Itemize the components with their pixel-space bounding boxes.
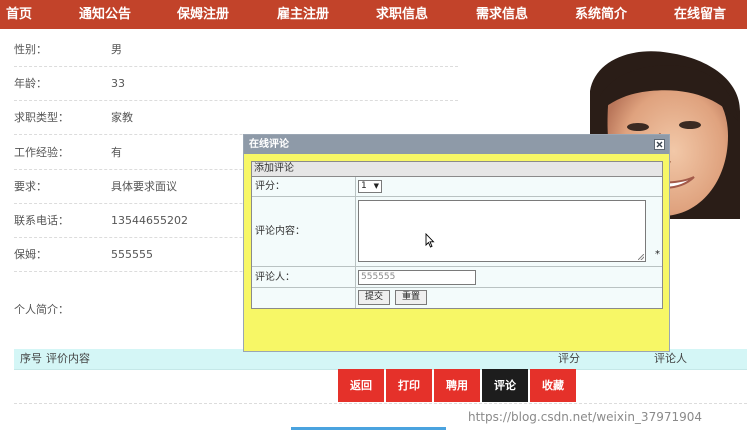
score-select[interactable]: 1 ▼ xyxy=(358,180,382,193)
mouse-cursor-icon xyxy=(425,232,435,248)
nanny-value: 555555 xyxy=(111,248,153,261)
job-type-value: 家教 xyxy=(111,111,133,124)
resize-grip-icon[interactable] xyxy=(638,254,644,260)
content-textarea[interactable] xyxy=(358,200,646,262)
cell-divider xyxy=(355,267,356,287)
top-navigation-bar: 首页 通知公告 保姆注册 雇主注册 求职信息 需求信息 系统简介 在线留言 xyxy=(0,0,747,29)
score-label: 评分： xyxy=(255,181,285,192)
watermark-text: https://blog.csdn.net/weixin_37971904 xyxy=(468,410,703,424)
content-label: 评论内容： xyxy=(255,226,305,237)
col-index: 序号 xyxy=(20,352,42,365)
nanny-label: 保姆： xyxy=(14,248,47,261)
nav-demand-info[interactable]: 需求信息 xyxy=(476,0,528,29)
reset-button[interactable]: 重置 xyxy=(395,290,427,305)
job-type-label: 求职类型： xyxy=(14,111,69,124)
nav-employer-register[interactable]: 雇主注册 xyxy=(277,0,329,29)
age-value: 33 xyxy=(111,77,125,90)
cell-divider xyxy=(355,288,356,308)
nav-notices[interactable]: 通知公告 xyxy=(79,0,131,29)
form-caption: 添加评论 xyxy=(252,162,662,177)
chevron-down-icon: ▼ xyxy=(373,182,379,190)
dialog-title: 在线评论 xyxy=(249,139,289,150)
dialog-titlebar[interactable]: 在线评论 xyxy=(244,135,669,154)
nav-system-intro[interactable]: 系统简介 xyxy=(575,0,627,29)
review-table-header: 序号 评价内容 评分 评论人 xyxy=(14,349,747,370)
col-score: 评分 xyxy=(558,352,580,365)
submit-button[interactable]: 提交 xyxy=(358,290,390,305)
row-job-type: 求职类型： 家教 xyxy=(14,101,458,135)
requirement-label: 要求： xyxy=(14,180,47,193)
favorite-button[interactable]: 收藏 xyxy=(530,369,576,402)
required-mark: * xyxy=(655,249,660,260)
row-age: 年龄： 33 xyxy=(14,67,458,101)
nav-job-seeking[interactable]: 求职信息 xyxy=(376,0,428,29)
reviewer-label: 评论人： xyxy=(255,272,295,283)
form-row-reviewer: 评论人： 555555 xyxy=(252,267,662,288)
divider xyxy=(14,403,747,404)
form-row-score: 评分： 1 ▼ xyxy=(252,177,662,197)
nav-nanny-register[interactable]: 保姆注册 xyxy=(177,0,229,29)
phone-label: 联系电话： xyxy=(14,214,69,227)
hire-button[interactable]: 聘用 xyxy=(434,369,480,402)
phone-value: 13544655202 xyxy=(111,214,188,227)
nav-online-message[interactable]: 在线留言 xyxy=(674,0,726,29)
form-row-content: 评论内容： * xyxy=(252,197,662,267)
col-content: 评价内容 xyxy=(46,352,90,365)
gender-label: 性别： xyxy=(14,43,47,56)
cell-divider xyxy=(355,177,356,196)
scroll-indicator xyxy=(291,427,446,430)
experience-label: 工作经验： xyxy=(14,146,69,159)
intro-label: 个人简介： xyxy=(14,303,69,316)
reviewer-input[interactable]: 555555 xyxy=(358,270,476,285)
comment-dialog: 在线评论 添加评论 评分： 1 ▼ 评论内容： * 评论人： 555555 提交… xyxy=(243,134,670,352)
age-label: 年龄： xyxy=(14,77,47,90)
row-gender: 性别： 男 xyxy=(14,33,458,67)
print-button[interactable]: 打印 xyxy=(386,369,432,402)
comment-button[interactable]: 评论 xyxy=(482,369,528,402)
back-button[interactable]: 返回 xyxy=(338,369,384,402)
gender-value: 男 xyxy=(111,43,122,56)
col-reviewer: 评论人 xyxy=(654,352,687,365)
experience-value: 有 xyxy=(111,146,122,159)
cell-divider xyxy=(355,197,356,266)
score-select-value: 1 xyxy=(361,181,367,191)
nav-home[interactable]: 首页 xyxy=(6,0,32,29)
close-icon[interactable] xyxy=(654,139,665,150)
comment-form: 添加评论 评分： 1 ▼ 评论内容： * 评论人： 555555 提交 重置 xyxy=(251,161,663,309)
requirement-value: 具体要求面议 xyxy=(111,180,177,193)
form-row-buttons: 提交 重置 xyxy=(252,288,662,308)
